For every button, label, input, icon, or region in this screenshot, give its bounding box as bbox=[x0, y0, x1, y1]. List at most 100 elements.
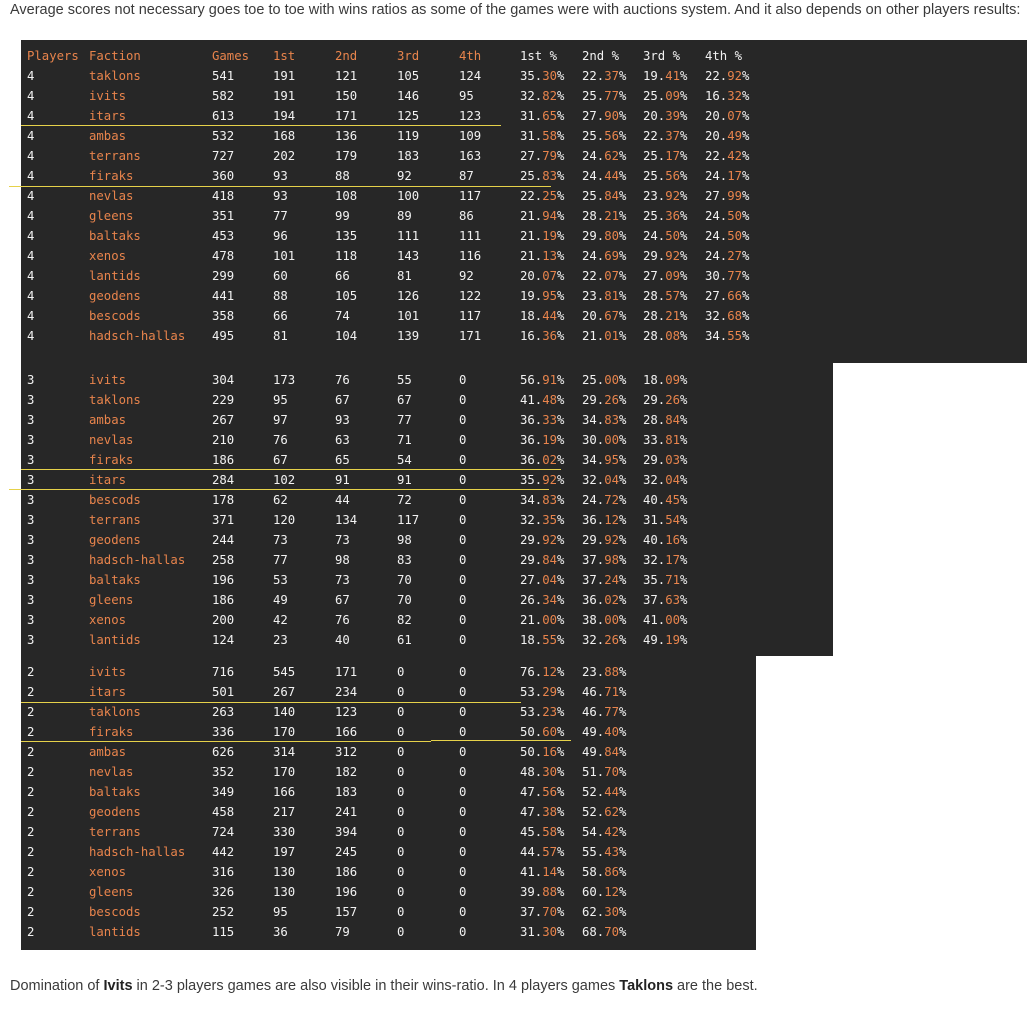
cell-games: 284 bbox=[212, 473, 235, 487]
cell-third-pct: 40.45% bbox=[643, 493, 688, 507]
cell-players: 4 bbox=[27, 309, 35, 323]
cell-third: 55 bbox=[397, 373, 412, 387]
cell-players: 2 bbox=[27, 725, 35, 739]
cell-third: 77 bbox=[397, 413, 412, 427]
cell-fourth-pct: 24.50% bbox=[705, 209, 750, 223]
cell-fourth: 0 bbox=[459, 593, 467, 607]
conclusion-taklons: Taklons bbox=[619, 978, 674, 994]
cell-games: 115 bbox=[212, 925, 235, 939]
cell-faction: ambas bbox=[89, 745, 127, 759]
table-row: 4 ambas 532 168 136 119 109 31.58% 25.56% 22.37% 2… bbox=[21, 126, 1021, 146]
cell-third-pct: 25.56% bbox=[643, 169, 688, 183]
table-row: 4 baltaks 453 96 135 111 111 21.19% 29.80% 24.50%… bbox=[21, 226, 1021, 246]
cell-players: 4 bbox=[27, 189, 35, 203]
cell-first: 314 bbox=[273, 745, 296, 759]
cell-faction: firaks bbox=[89, 169, 134, 183]
cell-first-pct: 37.70% bbox=[520, 905, 565, 919]
cell-second-pct: 25.77% bbox=[582, 89, 627, 103]
cell-second-pct: 20.67% bbox=[582, 309, 627, 323]
cell-first: 62 bbox=[273, 493, 288, 507]
cell-first: 95 bbox=[273, 905, 288, 919]
cell-first-pct: 27.79% bbox=[520, 149, 565, 163]
cell-third: 0 bbox=[397, 865, 405, 879]
cell-games: 442 bbox=[212, 845, 235, 859]
cell-fourth: 86 bbox=[459, 209, 474, 223]
cell-first-pct: 36.02% bbox=[520, 453, 565, 467]
cell-fourth: 0 bbox=[459, 685, 467, 699]
cell-third-pct: 40.16% bbox=[643, 533, 688, 547]
cell-second-pct: 58.86% bbox=[582, 865, 627, 879]
table-row: 4 firaks 360 93 88 92 87 25.83% 24.44% 25.56% 24.1… bbox=[21, 166, 1021, 186]
cell-first: 76 bbox=[273, 433, 288, 447]
cell-first: 88 bbox=[273, 289, 288, 303]
cell-faction: itars bbox=[89, 473, 127, 487]
cell-third: 139 bbox=[397, 329, 420, 343]
cell-games: 495 bbox=[212, 329, 235, 343]
cell-faction: terrans bbox=[89, 825, 141, 839]
cell-first: 217 bbox=[273, 805, 296, 819]
table-row: 3 ivits 304 173 76 55 0 56.91% 25.00% 18.09% bbox=[21, 370, 1021, 390]
cell-second: 394 bbox=[335, 825, 358, 839]
cell-faction: hadsch-hallas bbox=[89, 329, 186, 343]
cell-first: 73 bbox=[273, 533, 288, 547]
cell-players: 2 bbox=[27, 805, 35, 819]
cell-third-pct: 29.26% bbox=[643, 393, 688, 407]
cell-first-pct: 21.94% bbox=[520, 209, 565, 223]
table-row: 2 gleens 326 130 196 0 0 39.88% 60.12% bbox=[21, 882, 1021, 902]
cell-faction: taklons bbox=[89, 705, 141, 719]
cell-second: 136 bbox=[335, 129, 358, 143]
table-row: 2 ivits 716 545 171 0 0 76.12% 23.88% bbox=[21, 662, 1021, 682]
cell-first: 42 bbox=[273, 613, 288, 627]
cell-second-pct: 22.07% bbox=[582, 269, 627, 283]
cell-players: 3 bbox=[27, 453, 35, 467]
cell-third: 119 bbox=[397, 129, 420, 143]
cell-second-pct: 25.00% bbox=[582, 373, 627, 387]
cell-second-pct: 29.92% bbox=[582, 533, 627, 547]
cell-first-pct: 50.60% bbox=[520, 725, 565, 739]
cell-first-pct: 35.30% bbox=[520, 69, 565, 83]
cell-faction: bescods bbox=[89, 493, 141, 507]
cell-fourth: 0 bbox=[459, 725, 467, 739]
cell-fourth-pct: 24.17% bbox=[705, 169, 750, 183]
cell-faction: itars bbox=[89, 685, 127, 699]
cell-fourth-pct: 24.50% bbox=[705, 229, 750, 243]
cell-third-pct: 25.17% bbox=[643, 149, 688, 163]
table-row: 3 taklons 229 95 67 67 0 41.48% 29.26% 29.26% bbox=[21, 390, 1021, 410]
cell-first: 197 bbox=[273, 845, 296, 859]
cell-faction: gleens bbox=[89, 885, 134, 899]
cell-second-pct: 32.26% bbox=[582, 633, 627, 647]
cell-fourth: 117 bbox=[459, 309, 482, 323]
cell-faction: terrans bbox=[89, 513, 141, 527]
cell-third: 0 bbox=[397, 825, 405, 839]
cell-players: 3 bbox=[27, 473, 35, 487]
cell-first: 173 bbox=[273, 373, 296, 387]
cell-first-pct: 47.38% bbox=[520, 805, 565, 819]
table-row: 2 itars 501 267 234 0 0 53.29% 46.71% bbox=[21, 682, 1021, 702]
cell-players: 2 bbox=[27, 765, 35, 779]
cell-first-pct: 19.95% bbox=[520, 289, 565, 303]
cell-fourth: 0 bbox=[459, 633, 467, 647]
cell-second-pct: 25.56% bbox=[582, 129, 627, 143]
cell-third-pct: 49.19% bbox=[643, 633, 688, 647]
header-3rd-pct: 3rd % bbox=[643, 49, 681, 63]
header-1st: 1st bbox=[273, 49, 296, 63]
cell-first: 130 bbox=[273, 865, 296, 879]
cell-players: 4 bbox=[27, 109, 35, 123]
cell-games: 229 bbox=[212, 393, 235, 407]
table-row: 3 ambas 267 97 93 77 0 36.33% 34.83% 28.84% bbox=[21, 410, 1021, 430]
cell-first-pct: 32.35% bbox=[520, 513, 565, 527]
cell-third-pct: 37.63% bbox=[643, 593, 688, 607]
cell-second-pct: 29.80% bbox=[582, 229, 627, 243]
cell-games: 263 bbox=[212, 705, 235, 719]
cell-first-pct: 39.88% bbox=[520, 885, 565, 899]
cell-fourth: 0 bbox=[459, 553, 467, 567]
cell-faction: ambas bbox=[89, 129, 127, 143]
table-row: 4 taklons 541 191 121 105 124 35.30% 22.37% 19.41… bbox=[21, 66, 1021, 86]
cell-third: 0 bbox=[397, 805, 405, 819]
cell-games: 252 bbox=[212, 905, 235, 919]
cell-fourth: 111 bbox=[459, 229, 482, 243]
cell-fourth: 0 bbox=[459, 785, 467, 799]
cell-second-pct: 34.83% bbox=[582, 413, 627, 427]
cell-faction: bescods bbox=[89, 309, 141, 323]
cell-second: 118 bbox=[335, 249, 358, 263]
